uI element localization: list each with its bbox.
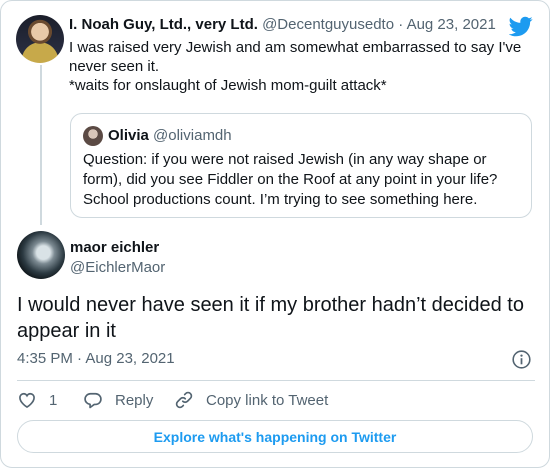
reply-label: Reply (115, 391, 154, 409)
tweet-timestamp[interactable]: 4:35 PM · Aug 23, 2021 (17, 349, 175, 369)
link-icon (175, 391, 193, 409)
quoted-tweet-header: Olivia @oliviamdh (108, 126, 232, 146)
parent-author-handle[interactable]: @Decentguyusedto (262, 16, 394, 33)
quoted-tweet[interactable]: Olivia @oliviamdh Question: if you were … (70, 113, 532, 218)
divider (17, 380, 535, 381)
heart-icon (19, 392, 35, 409)
explore-twitter-button[interactable]: Explore what's happening on Twitter (17, 420, 533, 453)
parent-tweet-text: I was raised very Jewish and am somewhat… (69, 39, 522, 94)
main-tweet-text: I would never have seen it if my brother… (17, 294, 524, 342)
quoted-author-avatar (83, 126, 103, 146)
quoted-tweet-text: Question: if you were not raised Jewish … (83, 151, 498, 208)
like-count: 1 (49, 391, 58, 409)
tweet-embed-card: I. Noah Guy, Ltd., very Ltd. @Decentguyu… (0, 0, 550, 468)
parent-tweet-date[interactable]: Aug 23, 2021 (407, 16, 496, 33)
quoted-author-handle: @oliviamdh (153, 127, 232, 144)
main-author-name[interactable]: maor eichler (70, 238, 159, 258)
info-icon[interactable] (511, 349, 532, 370)
thread-connector-line (40, 65, 42, 225)
main-author-handle[interactable]: @EichlerMaor (70, 258, 165, 278)
twitter-bird-icon[interactable] (509, 14, 533, 38)
reply-button[interactable]: Reply (83, 389, 153, 411)
copy-link-button[interactable]: Copy link to Tweet (174, 389, 328, 411)
copy-link-label: Copy link to Tweet (206, 391, 329, 409)
parent-tweet-header: I. Noah Guy, Ltd., very Ltd. @Decentguyu… (69, 15, 539, 35)
main-author-avatar[interactable] (17, 231, 65, 279)
parent-author-name[interactable]: I. Noah Guy, Ltd., very Ltd. (69, 16, 258, 33)
like-button[interactable]: 1 (17, 389, 57, 411)
reply-icon (84, 392, 102, 409)
quoted-author-name: Olivia (108, 127, 149, 144)
header-separator: · (398, 16, 404, 33)
parent-author-avatar[interactable] (16, 15, 64, 63)
